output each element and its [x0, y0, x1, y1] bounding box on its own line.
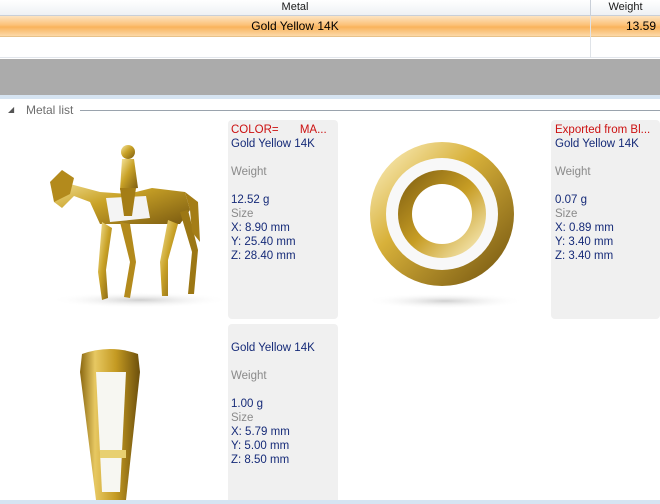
collapse-triangle-icon[interactable]: ◢ [8, 105, 14, 114]
weight-label: Weight [555, 166, 591, 178]
weight-cell[interactable]: 13.59 [591, 16, 656, 36]
material-label: MA... [299, 124, 327, 136]
size-y: Y: 25.40 mm [231, 236, 296, 248]
grid-header: Metal Weight [0, 0, 660, 16]
weight-value: 12.52 g [231, 194, 270, 206]
bail-image[interactable] [70, 342, 150, 500]
table-row[interactable]: Gold Yellow 14K 13.59 [0, 16, 660, 37]
size-y: Y: 5.00 mm [231, 440, 290, 452]
horse-rider-pendant-image[interactable] [40, 132, 230, 312]
metal-cell[interactable]: Gold Yellow 14K [0, 16, 590, 36]
metal-name: Gold Yellow 14K [231, 342, 315, 354]
size-label: Size [555, 208, 578, 220]
weight-value: 0.07 g [555, 194, 587, 206]
size-x: X: 8.90 mm [231, 222, 290, 234]
size-z: Z: 28.40 mm [231, 250, 296, 262]
column-header-weight[interactable]: Weight [591, 0, 660, 15]
ring-bead-image[interactable] [345, 126, 545, 316]
size-z: Z: 8.50 mm [231, 454, 290, 466]
card-header: COLOR= MA... [231, 123, 338, 137]
column-divider [590, 16, 591, 58]
size-x: X: 0.89 mm [555, 222, 614, 234]
group-title: Metal list [26, 103, 74, 117]
size-z: Z: 3.40 mm [555, 250, 614, 262]
empty-grid-area [0, 59, 660, 95]
metal-info-panel: Gold Yellow 14K Weight 1.00 g Size X: 5.… [228, 324, 338, 504]
weight-label: Weight [231, 370, 267, 382]
metal-info-panel: COLOR= MA... Gold Yellow 14K Weight 12.5… [228, 120, 338, 319]
color-label: COLOR= [231, 124, 279, 136]
size-x: X: 5.79 mm [231, 426, 290, 438]
size-y: Y: 3.40 mm [555, 236, 614, 248]
export-source-label: Exported from Bl... [555, 124, 651, 136]
metal-info-panel: Exported from Bl... Gold Yellow 14K Weig… [551, 120, 660, 319]
weight-label: Weight [231, 166, 267, 178]
size-label: Size [231, 412, 254, 424]
weight-value: 1.00 g [231, 398, 263, 410]
group-divider [80, 110, 660, 111]
group-header[interactable]: ◢ Metal list [0, 102, 660, 120]
size-label: Size [231, 208, 254, 220]
splitter[interactable] [0, 95, 660, 99]
empty-row[interactable] [0, 37, 660, 58]
metal-name: Gold Yellow 14K [231, 138, 315, 150]
metal-name: Gold Yellow 14K [555, 138, 639, 150]
bottom-border [0, 500, 660, 504]
column-header-metal[interactable]: Metal [0, 0, 591, 15]
